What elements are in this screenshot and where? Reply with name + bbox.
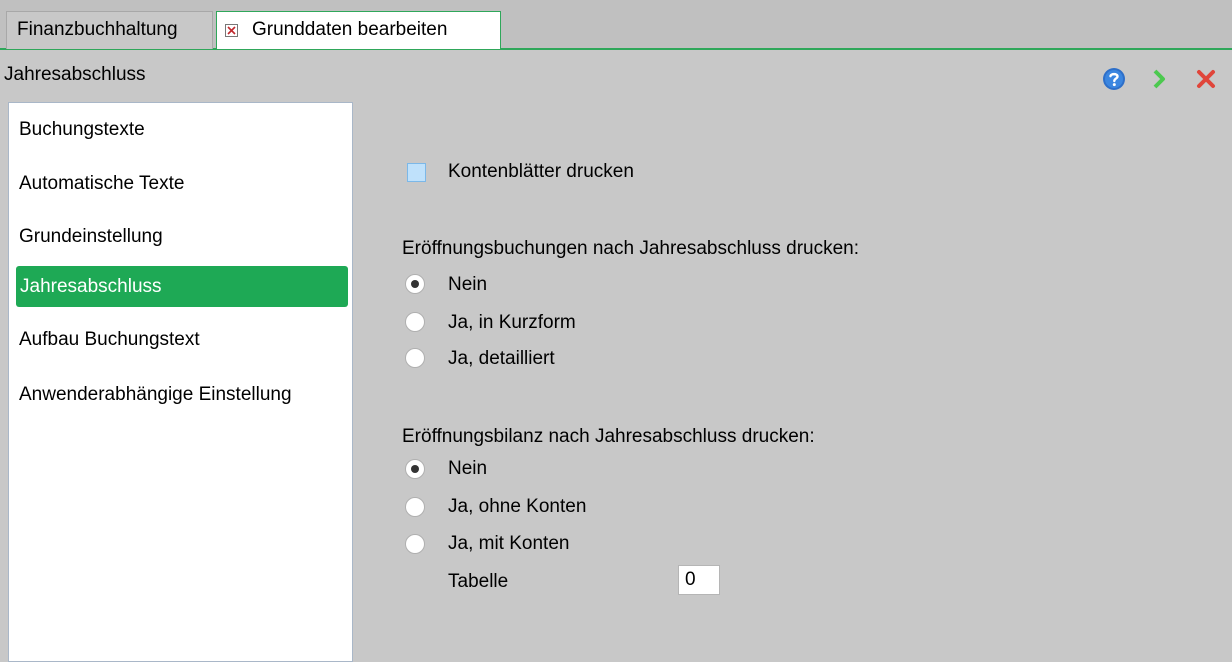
print-account-sheets-label: Kontenblätter drucken — [448, 161, 634, 182]
tab-label: Grunddaten bearbeiten — [252, 19, 448, 40]
nav-item-automatische-texte[interactable]: Automatische Texte — [9, 163, 348, 204]
section-title: Jahresabschluss — [4, 64, 146, 85]
nav-item-label: Buchungstexte — [19, 119, 145, 140]
form-panel: Kontenblätter drucken Eröffnungsbuchunge… — [355, 102, 1232, 647]
opening-entries-radio-nein[interactable] — [405, 274, 425, 294]
nav-item-buchungstexte[interactable]: Buchungstexte — [9, 109, 348, 150]
tab-label: Finanzbuchhaltung — [17, 19, 178, 40]
opening-balance-option-label: Ja, ohne Konten — [448, 496, 587, 517]
nav-item-label: Anwenderabhängige Einstellung — [19, 384, 292, 405]
help-icon[interactable] — [1102, 67, 1128, 93]
opening-entries-option-label: Nein — [448, 274, 488, 295]
opening-balance-question: Eröffnungsbilanz nach Jahresabschluss dr… — [402, 426, 815, 447]
opening-entries-radio-kurzform[interactable] — [405, 312, 425, 332]
nav-item-label: Grundeinstellung — [19, 226, 163, 247]
tab-finanzbuchhaltung[interactable]: Finanzbuchhaltung — [6, 11, 213, 49]
table-input[interactable]: 0 — [678, 565, 720, 595]
nav-item-label: Aufbau Buchungstext — [19, 329, 200, 350]
opening-entries-option-label: Ja, in Kurzform — [448, 312, 576, 333]
nav-item-jahresabschluss[interactable]: Jahresabschluss — [16, 266, 348, 307]
opening-balance-option-label: Nein — [448, 458, 488, 479]
forward-arrow-icon[interactable] — [1148, 67, 1174, 93]
tab-grunddaten-bearbeiten[interactable]: Grunddaten bearbeiten — [216, 11, 501, 49]
opening-entries-question: Eröffnungsbuchungen nach Jahresabschluss… — [402, 238, 860, 259]
nav-item-label: Automatische Texte — [19, 173, 185, 194]
opening-entries-radio-detailliert[interactable] — [405, 348, 425, 368]
tab-bar: Finanzbuchhaltung Grunddaten bearbeiten — [0, 0, 1232, 50]
opening-balance-radio-ohne-konten[interactable] — [405, 497, 425, 517]
settings-nav: Buchungstexte Automatische Texte Grundei… — [8, 102, 353, 662]
opening-balance-option-label: Ja, mit Konten — [448, 533, 570, 554]
nav-item-anwenderabhaengige-einstellung[interactable]: Anwenderabhängige Einstellung — [9, 374, 348, 415]
print-account-sheets-checkbox[interactable] — [407, 163, 426, 182]
nav-item-aufbau-buchungstext[interactable]: Aufbau Buchungstext — [9, 319, 348, 360]
nav-item-grundeinstellung[interactable]: Grundeinstellung — [9, 216, 348, 257]
opening-balance-radio-nein[interactable] — [405, 459, 425, 479]
close-icon[interactable] — [1194, 67, 1220, 93]
tab-close-icon[interactable] — [225, 24, 238, 37]
nav-item-label: Jahresabschluss — [20, 276, 162, 297]
opening-balance-radio-mit-konten[interactable] — [405, 534, 425, 554]
table-label: Tabelle — [448, 571, 509, 592]
opening-entries-option-label: Ja, detailliert — [448, 348, 555, 369]
